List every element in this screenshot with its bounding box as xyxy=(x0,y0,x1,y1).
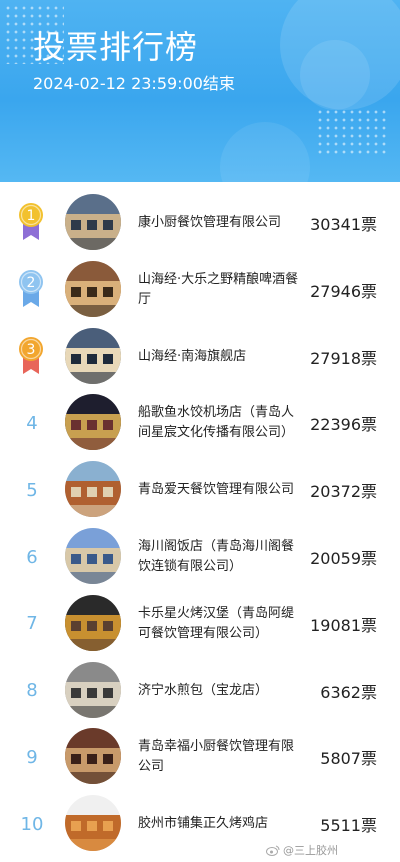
vote-count: 19081票 xyxy=(310,615,377,635)
ranking-row[interactable]: 4 船歌鱼水饺机场店（青岛人间星宸文化传播有限公司） 22396票 xyxy=(0,390,400,456)
rank-number: 7 xyxy=(26,613,38,635)
rank-number: 4 xyxy=(26,412,38,434)
restaurant-building-photo xyxy=(65,728,121,785)
roast-chicken-photo xyxy=(65,795,121,852)
end-time-label: 2024-02-12 23:59:00结束 xyxy=(33,74,235,93)
rank-number: 8 xyxy=(26,680,38,702)
ranking-row[interactable]: 8 济宁水煎包（宝龙店） 6362票 xyxy=(0,658,400,724)
restaurant-name: 青岛幸福小厨餐饮管理有限公司 xyxy=(138,739,295,775)
vote-count: 20059票 xyxy=(310,549,377,568)
restaurant-name: 海川阁饭店（青岛海川阁餐饮连锁有限公司） xyxy=(138,539,295,574)
ranking-row[interactable]: 10 胶州市铺集正久烤鸡店 5511票 xyxy=(0,791,400,857)
ranking-row[interactable]: 6 海川阁饭店（青岛海川阁餐饮连锁有限公司） 20059票 xyxy=(0,524,400,590)
rank-number: 10 xyxy=(20,813,44,835)
restaurant-name: 济宁水煎包（宝龙店） xyxy=(138,682,269,698)
header-banner: 投票排行榜 2024-02-12 23:59:00结束 xyxy=(0,0,400,182)
vote-count: 20372票 xyxy=(310,482,377,502)
rank-number: 5 xyxy=(26,479,38,501)
ranking-row[interactable]: 5 青岛爱天餐饮管理有限公司 20372票 xyxy=(0,457,400,523)
restaurant-building-photo xyxy=(65,327,121,384)
restaurant-name: 康小厨餐饮管理有限公司 xyxy=(138,215,282,230)
restaurant-name: 青岛爱天餐饮管理有限公司 xyxy=(138,482,295,498)
restaurant-building-photo xyxy=(65,594,121,651)
ranking-row[interactable]: 7 卡乐星火烤汉堡（青岛阿缇可餐饮管理有限公司） 19081票 xyxy=(0,591,400,657)
ranking-row[interactable]: 9 青岛幸福小厨餐饮管理有限公司 5807票 xyxy=(0,724,400,790)
ranking-row[interactable]: 2 山海经·大乐之野精酿啤酒餐厅 27946票 xyxy=(0,257,400,323)
restaurant-name: 船歌鱼水饺机场店（青岛人间星宸文化传播有限公司） xyxy=(138,405,295,441)
ranking-row[interactable]: 3 山海经·南海旗舰店 27918票 xyxy=(0,324,400,390)
vote-count: 6362票 xyxy=(320,682,377,702)
medal-rank-number: 1 xyxy=(27,208,36,224)
restaurant-building-photo xyxy=(65,528,121,584)
weibo-icon xyxy=(266,845,280,856)
gold-medal-icon: 1 xyxy=(19,203,43,240)
silver-medal-icon: 2 xyxy=(19,269,43,307)
decor-circle xyxy=(300,40,370,110)
restaurant-building-photo xyxy=(65,661,121,718)
restaurant-name: 卡乐星火烤汉堡（青岛阿缇可餐饮管理有限公司） xyxy=(138,605,295,641)
medal-rank-number: 3 xyxy=(27,342,36,358)
restaurant-building-photo xyxy=(65,461,121,518)
vote-count: 27918票 xyxy=(310,348,377,368)
restaurant-name: 山海经·大乐之野精酿啤酒餐厅 xyxy=(138,271,299,307)
bronze-medal-icon: 3 xyxy=(19,336,43,374)
rank-number: 6 xyxy=(26,546,38,568)
restaurant-name: 山海经·南海旗舰店 xyxy=(138,348,247,364)
restaurant-building-photo xyxy=(65,260,121,317)
vote-count: 22396票 xyxy=(310,415,377,435)
decor-circle xyxy=(220,122,310,182)
vote-count: 5807票 xyxy=(320,749,377,769)
restaurant-building-photo xyxy=(65,394,121,451)
ranking-row[interactable]: 1 康小厨餐饮管理有限公司 30341票 xyxy=(0,190,400,256)
decor-dots xyxy=(316,108,386,158)
watermark-text: @三上胶州 xyxy=(283,844,338,857)
page-title: 投票排行榜 xyxy=(33,28,199,66)
medal-rank-number: 2 xyxy=(27,275,36,291)
watermark: @三上胶州 xyxy=(266,842,338,858)
restaurant-building-photo xyxy=(65,194,121,250)
vote-count: 30341票 xyxy=(310,215,377,234)
rank-number: 9 xyxy=(26,746,38,768)
vote-count: 27946票 xyxy=(310,281,377,301)
